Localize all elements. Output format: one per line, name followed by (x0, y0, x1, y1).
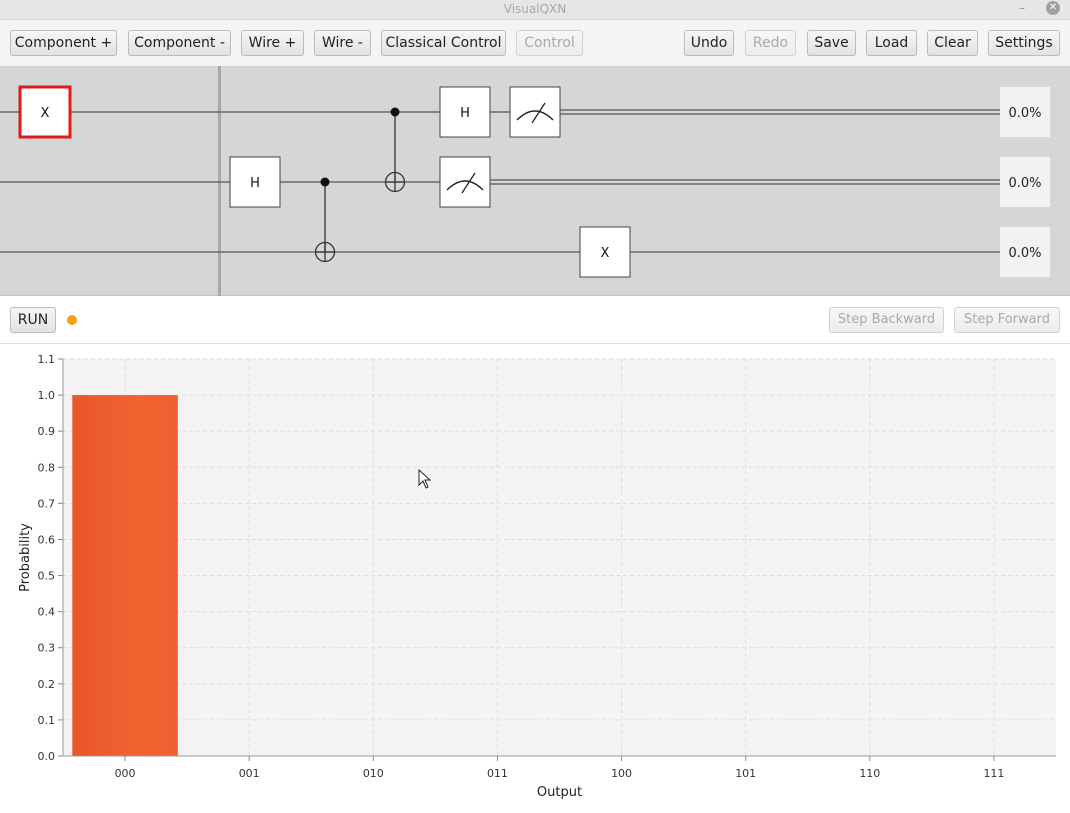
probability-label: 0.0% (1008, 246, 1041, 261)
probability-readout: 0.0% (1000, 87, 1050, 137)
y-tick-label: 0.4 (38, 606, 56, 619)
plot-area (63, 359, 1056, 756)
settings-button[interactable]: Settings (988, 30, 1060, 56)
cnot-gate[interactable] (314, 177, 336, 263)
h-gate-label: H (250, 176, 260, 191)
x-tick-label: 010 (363, 767, 384, 780)
h-gate[interactable]: H (439, 86, 491, 138)
y-tick-label: 0.2 (38, 678, 56, 691)
load-button[interactable]: Load (866, 30, 917, 56)
x-gate-label: X (601, 246, 610, 261)
probability-label: 0.0% (1008, 106, 1041, 121)
save-button[interactable]: Save (807, 30, 856, 56)
probability-readout: 0.0% (1000, 227, 1050, 277)
y-tick-label: 0.9 (38, 425, 56, 438)
y-tick-label: 0.5 (38, 570, 56, 583)
x-tick-label: 100 (611, 767, 632, 780)
probability-readout: 0.0% (1000, 157, 1050, 207)
cnot-gate[interactable] (384, 107, 406, 193)
redo-button[interactable]: Redo (745, 30, 796, 56)
run-bar: RUN Step Backward Step Forward (0, 297, 1070, 344)
control-dot-icon (390, 107, 400, 117)
y-tick-label: 1.1 (38, 353, 56, 366)
y-tick-label: 0.8 (38, 461, 56, 474)
step-backward-button[interactable]: Step Backward (829, 307, 944, 333)
y-tick-label: 0.0 (38, 750, 56, 763)
clear-button[interactable]: Clear (927, 30, 978, 56)
chart-canvas: 0.0 0.1 0.2 0.3 0.4 0.5 0.6 0.7 0.8 0.9 1.0 1.1 000 0… (18, 353, 1056, 800)
x-tick-label: 011 (487, 767, 508, 780)
h-gate[interactable]: H (229, 156, 281, 208)
step-forward-button[interactable]: Step Forward (954, 307, 1060, 333)
undo-button[interactable]: Undo (684, 30, 734, 56)
classical-control-button[interactable]: Classical Control (381, 30, 506, 56)
x-tick-label: 101 (735, 767, 756, 780)
x-tick-label: 001 (239, 767, 260, 780)
y-tick-label: 1.0 (38, 389, 56, 402)
probability-label: 0.0% (1008, 176, 1041, 191)
x-tick-label: 110 (859, 767, 880, 780)
h-gate-label: H (460, 106, 470, 121)
y-tick-label: 0.6 (38, 533, 56, 546)
measure-gate[interactable] (509, 86, 561, 138)
toolbar: Component + Component - Wire + Wire - Cl… (0, 20, 1070, 66)
x-gate[interactable]: X (579, 226, 631, 278)
y-tick-label: 0.3 (38, 642, 56, 655)
y-axis-title: Probability (18, 523, 33, 592)
x-axis-title: Output (537, 785, 582, 800)
component-plus-button[interactable]: Component + (10, 30, 117, 56)
bar-000 (72, 395, 178, 756)
mouse-cursor-icon (418, 469, 432, 489)
circuit-editor[interactable]: X H H X 0.0% 0.0% 0.0% (0, 66, 1070, 296)
probability-chart: 0.0 0.1 0.2 0.3 0.4 0.5 0.6 0.7 0.8 0.9 1.0 1.1 000 0… (0, 344, 1070, 813)
circuit-canvas[interactable]: X H H X 0.0% 0.0% 0.0% (0, 66, 1070, 296)
status-indicator-icon (67, 315, 77, 325)
palette-divider (218, 66, 221, 296)
wire-plus-button[interactable]: Wire + (241, 30, 304, 56)
y-tick-label: 0.1 (38, 714, 56, 727)
window-title: VisualQXN (503, 2, 567, 16)
control-button[interactable]: Control (516, 30, 583, 56)
component-minus-button[interactable]: Component - (128, 30, 231, 56)
x-tick-label: 111 (983, 767, 1004, 780)
control-dot-icon (320, 177, 330, 187)
palette-x-gate-label: X (41, 106, 50, 121)
close-icon[interactable]: ✕ (1046, 1, 1060, 15)
wire-minus-button[interactable]: Wire - (314, 30, 371, 56)
x-tick-label: 000 (115, 767, 136, 780)
minimize-icon[interactable]: – (1019, 1, 1025, 15)
run-button[interactable]: RUN (10, 307, 56, 333)
window-titlebar: VisualQXN – ✕ (0, 0, 1070, 20)
measure-gate[interactable] (439, 156, 491, 208)
palette-x-gate[interactable]: X (18, 85, 72, 139)
y-tick-label: 0.7 (38, 497, 56, 510)
